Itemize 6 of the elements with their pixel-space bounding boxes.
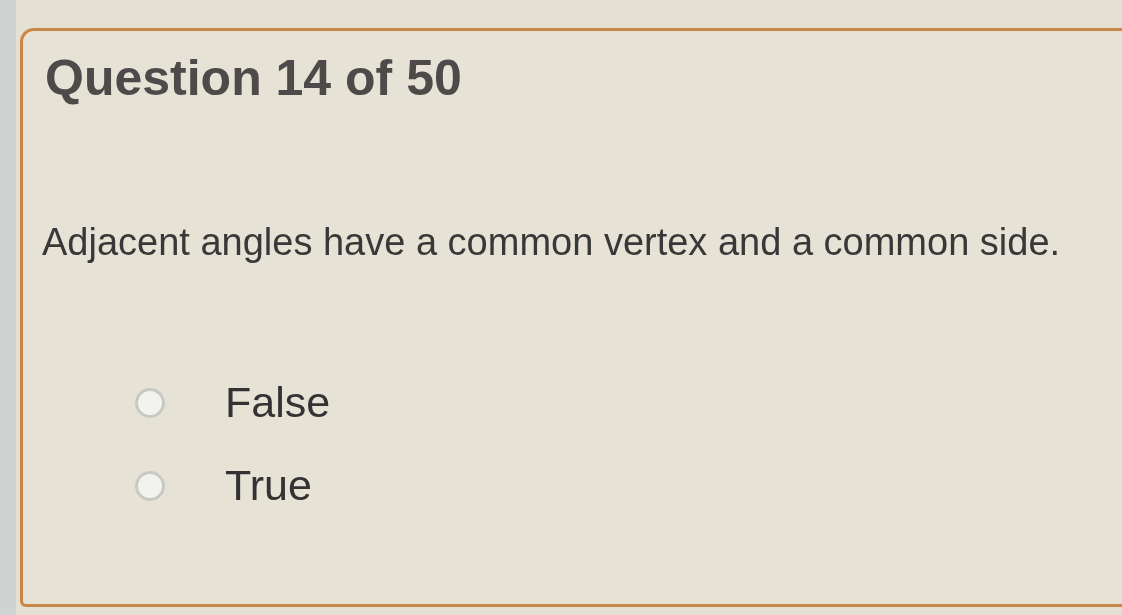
question-text: Adjacent angles have a common vertex and a common side. — [42, 223, 1061, 261]
option-label[interactable]: False — [225, 381, 331, 424]
question-header: Question 14 of 50 — [45, 53, 462, 103]
radio-button[interactable] — [135, 470, 165, 501]
option-label[interactable]: True — [225, 464, 312, 507]
radio-button[interactable] — [135, 387, 165, 418]
